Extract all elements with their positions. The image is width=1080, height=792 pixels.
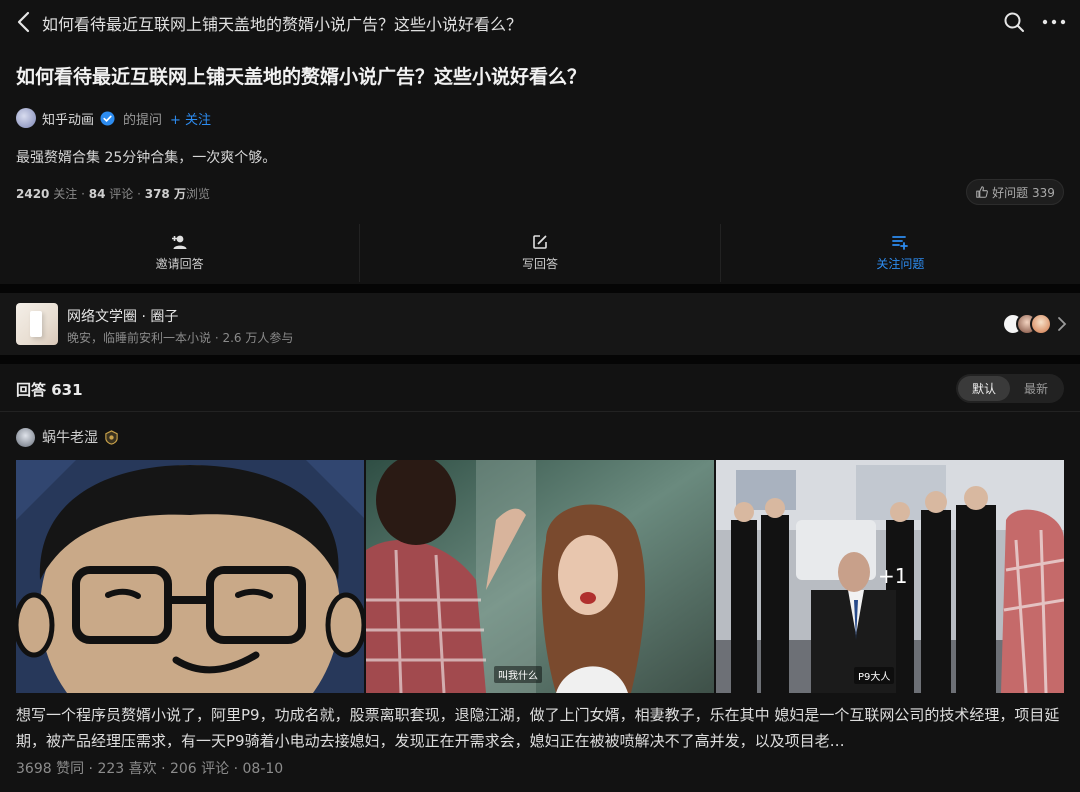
- stats-separator: ·: [137, 187, 145, 201]
- answer-image-3[interactable]: +1 P9大人: [716, 460, 1064, 693]
- video-subtitle: 叫我什么: [494, 666, 542, 683]
- answer-date: 08-10: [242, 761, 284, 777]
- answers-header: 回答 631 默认 最新: [0, 364, 1080, 412]
- edit-icon: [533, 235, 547, 249]
- circle-subtitle: 晚安，临睡前安利一本小说 · 2.6 万人参与: [67, 331, 294, 345]
- more-images-count: +1: [878, 564, 908, 588]
- invite-answer-label: 邀请回答: [155, 257, 204, 271]
- follow-question-button[interactable]: 关注问题: [721, 224, 1080, 282]
- circle-cover-image: [16, 303, 58, 345]
- comments-count: 84: [88, 187, 106, 201]
- answer-meta: 3698 赞同 · 223 喜欢 · 206 评论 · 08-10: [16, 758, 283, 778]
- author-badge-icon: [105, 429, 118, 445]
- likes-count: 223 喜欢: [97, 761, 157, 777]
- verified-badge-icon: [100, 110, 115, 126]
- meta-separator: ·: [161, 761, 170, 777]
- question-actions: 邀请回答 写回答 关注问题: [0, 224, 1080, 282]
- member-avatar: [1030, 313, 1052, 335]
- comments-label: 评论: [109, 187, 134, 201]
- stats-separator: ·: [81, 187, 89, 201]
- sort-toggle: 默认 最新: [956, 374, 1064, 403]
- section-divider: [0, 355, 1080, 364]
- follow-list-icon: [892, 236, 909, 250]
- circle-name: 网络文学圈 · 圈子: [67, 309, 179, 325]
- top-bar-title: 如何看待最近互联网上铺天盖地的赘婿小说广告？这些小说好看么？: [42, 15, 523, 34]
- asker-role: 的提问: [123, 112, 163, 128]
- good-question-label: 好问题 339: [992, 185, 1055, 200]
- views-label: 浏览: [185, 187, 210, 201]
- upvotes-count: 3698 赞同: [16, 761, 85, 777]
- author-name: 蜗牛老湿: [42, 430, 98, 446]
- question-description: 最强赘婿合集 25分钟合集，一次爽个够。: [16, 150, 277, 166]
- answer-image-2[interactable]: 叫我什么: [366, 460, 714, 693]
- answer-image-1[interactable]: [16, 460, 364, 693]
- chevron-right-icon: [1058, 317, 1067, 331]
- drama-scene-image: [366, 460, 714, 693]
- question-title: 如何看待最近互联网上铺天盖地的赘婿小说广告？这些小说好看么？: [16, 66, 587, 88]
- question-stats: 2420 关注 · 84 评论 · 378 万浏览: [16, 185, 210, 202]
- video-subtitle: P9大人: [854, 667, 895, 684]
- follow-asker-button[interactable]: + 关注: [170, 109, 211, 128]
- good-question-button[interactable]: 好问题 339: [966, 179, 1064, 205]
- sort-default-button[interactable]: 默认: [958, 376, 1010, 401]
- sort-latest-button[interactable]: 最新: [1010, 376, 1062, 401]
- follow-question-label: 关注问题: [876, 257, 925, 271]
- answer-author[interactable]: 蜗牛老湿: [16, 427, 119, 447]
- asker-avatar[interactable]: [16, 108, 36, 128]
- comments-count-answer: 206 评论: [169, 761, 230, 777]
- views-count: 378 万: [144, 187, 186, 201]
- circle-card[interactable]: 网络文学圈 · 圈子 晚安，临睡前安利一本小说 · 2.6 万人参与: [0, 293, 1080, 355]
- followers-count: 2420: [16, 187, 50, 201]
- answer-excerpt[interactable]: 想写一个程序员赘婿小说了，阿里P9，功成名就，股票离职套现，退隐江湖，做了上门女…: [16, 702, 1064, 754]
- cartoon-face-image: [16, 460, 364, 693]
- write-answer-button[interactable]: 写回答: [360, 224, 721, 282]
- thumbs-up-icon: [976, 186, 989, 198]
- more-icon[interactable]: [1040, 10, 1068, 34]
- back-arrow-icon[interactable]: [12, 8, 36, 36]
- asker-name[interactable]: 知乎动画: [42, 109, 94, 128]
- author-avatar: [16, 427, 35, 447]
- circle-member-avatars: [1002, 313, 1058, 337]
- meta-separator: ·: [233, 761, 243, 777]
- followers-label: 关注: [53, 187, 78, 201]
- asker-row: 知乎动画 的提问 + 关注: [16, 107, 211, 129]
- add-person-icon: [171, 235, 187, 249]
- top-bar: 如何看待最近互联网上铺天盖地的赘婿小说广告？这些小说好看么？: [0, 0, 1080, 44]
- search-icon[interactable]: [1002, 10, 1026, 34]
- write-answer-label: 写回答: [521, 257, 558, 271]
- section-divider: [0, 284, 1080, 293]
- invite-answer-button[interactable]: 邀请回答: [0, 224, 361, 282]
- answers-count-title: 回答 631: [16, 381, 83, 399]
